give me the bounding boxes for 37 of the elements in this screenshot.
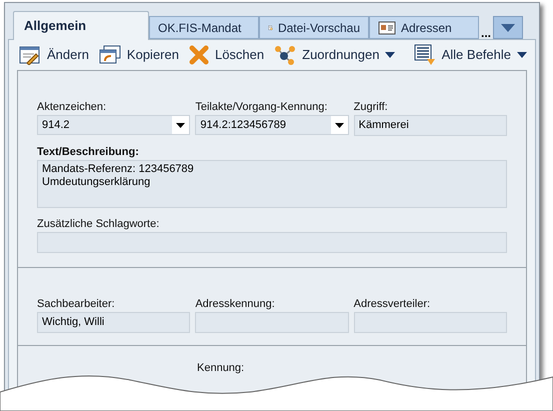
field-label: Adressverteiler: bbox=[354, 298, 430, 311]
field-label: Sachbearbeiter: bbox=[37, 298, 115, 311]
tab[interactable]: OK.FIS-Mandat bbox=[149, 16, 259, 39]
address-card-icon bbox=[378, 20, 396, 34]
tab[interactable]: Allgemein bbox=[13, 11, 149, 40]
toolbar-button[interactable]: Löschen bbox=[188, 40, 264, 70]
toolbar-button[interactable]: Kopieren bbox=[98, 40, 179, 70]
field-label: Teilakte/Vorgang-Kennung: bbox=[195, 101, 328, 114]
tab-overflow-indicator: ... bbox=[480, 27, 492, 39]
dropdown-arrow-icon bbox=[176, 122, 186, 128]
triangle-down-icon bbox=[501, 24, 516, 32]
command-list-icon bbox=[414, 44, 436, 66]
toolbar-button[interactable]: Alle Befehle bbox=[414, 40, 527, 70]
text-field[interactable] bbox=[195, 312, 349, 333]
tab[interactable]: Adressen bbox=[369, 16, 479, 39]
combo-box[interactable]: 914.2:123456789 bbox=[195, 115, 349, 135]
text-field[interactable]: Wichtig, Willi bbox=[37, 312, 190, 333]
tab[interactable]: Datei-Vorschau bbox=[259, 16, 369, 39]
delete-x-icon bbox=[188, 45, 209, 65]
field-label: Adresskennung: bbox=[195, 298, 275, 311]
text-area[interactable]: Mandats-Referenz: 123456789 Umdeutungserklärung bbox=[37, 160, 507, 208]
combo-box[interactable]: 914.2 bbox=[37, 115, 190, 135]
toolbar-button[interactable]: Ändern bbox=[19, 40, 89, 70]
text-field[interactable] bbox=[37, 232, 507, 253]
edit-form-icon bbox=[19, 45, 41, 65]
field-label: Zusätzliche Schlagworte: bbox=[37, 218, 160, 231]
toolbar-button[interactable]: Zuordnungen bbox=[274, 40, 396, 70]
field-label: Kennung: bbox=[197, 362, 244, 375]
field-label: Text/Beschreibung: bbox=[37, 146, 139, 159]
field-label: Zugriff: bbox=[354, 101, 388, 114]
field-label: Aktenzeichen: bbox=[37, 101, 106, 114]
dropdown-arrow-icon bbox=[334, 122, 344, 128]
tab-list-button[interactable] bbox=[493, 16, 524, 39]
text-field[interactable] bbox=[354, 312, 507, 333]
copy-form-icon bbox=[98, 45, 121, 65]
text-field[interactable]: Kämmerei bbox=[354, 115, 507, 136]
network-nodes-icon bbox=[274, 45, 296, 65]
